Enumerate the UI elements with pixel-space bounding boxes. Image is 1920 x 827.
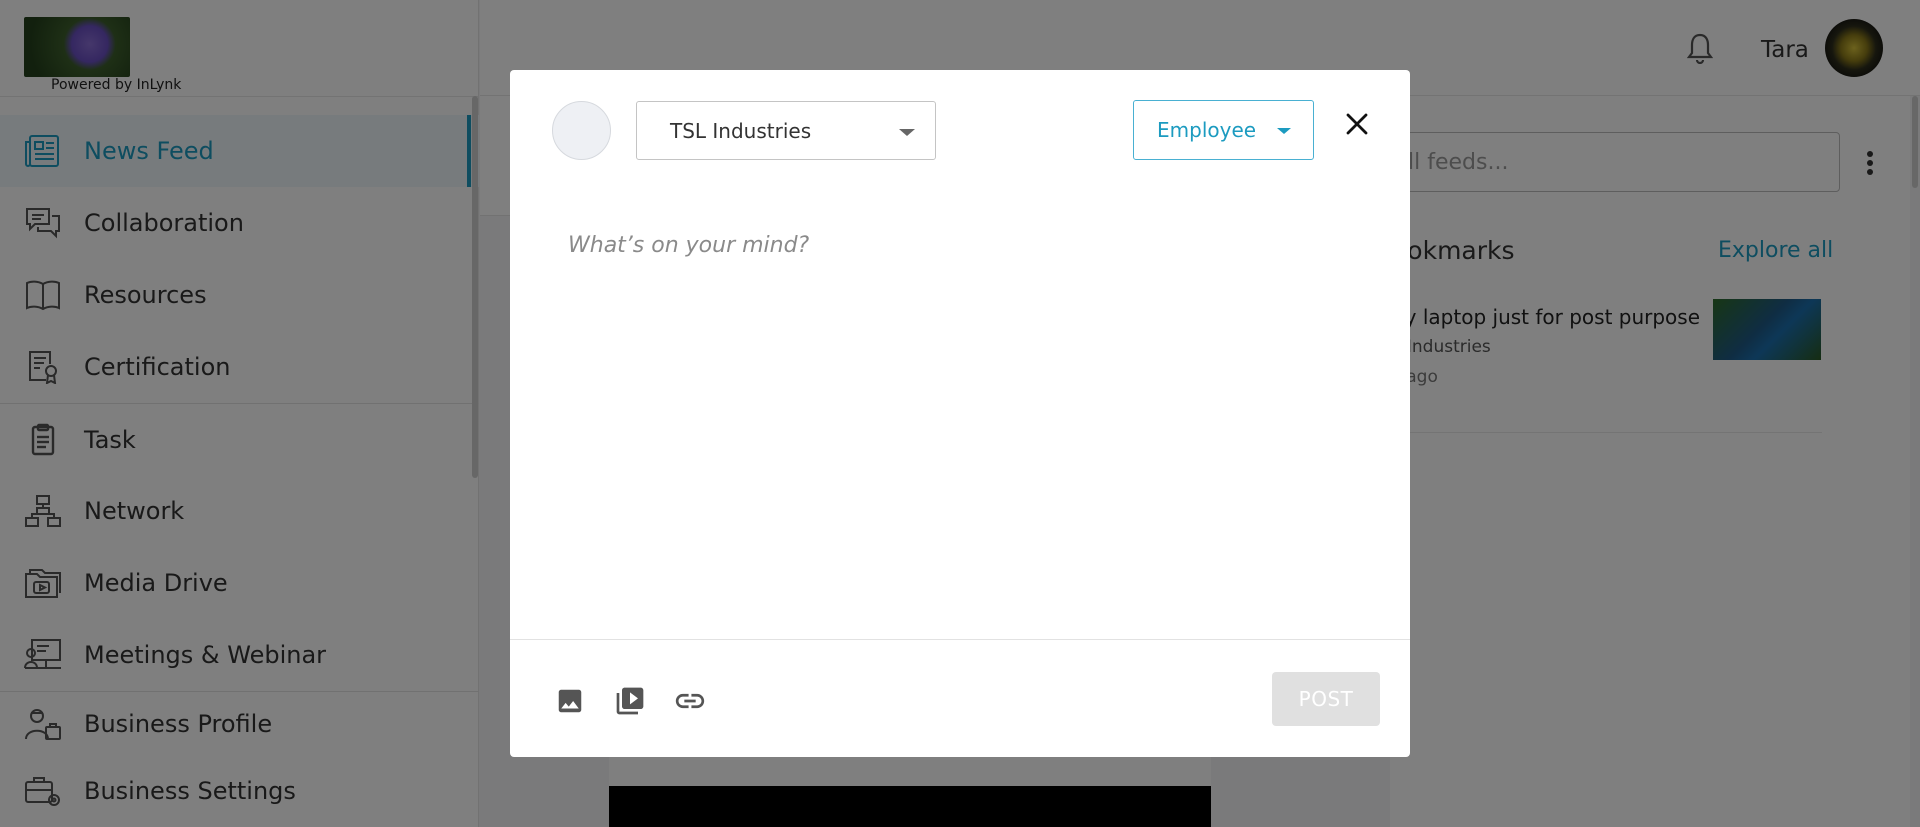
audience-select[interactable]: Employee (1133, 100, 1314, 160)
audience-select-value: Employee (1157, 118, 1257, 142)
close-icon[interactable] (1339, 106, 1375, 142)
post-button[interactable]: POST (1272, 672, 1380, 726)
divider (510, 639, 1410, 640)
link-icon[interactable] (670, 681, 710, 721)
post-text-input[interactable] (568, 233, 1348, 613)
organization-select[interactable]: TSL Industries (636, 101, 936, 160)
organization-select-value: TSL Industries (670, 118, 812, 143)
image-icon[interactable] (550, 681, 590, 721)
caret-down-icon (1277, 128, 1291, 134)
caret-down-icon (899, 129, 915, 136)
video-library-icon[interactable] (610, 681, 650, 721)
poster-avatar (552, 101, 611, 160)
create-post-modal: TSL Industries Employee POST (510, 70, 1410, 757)
